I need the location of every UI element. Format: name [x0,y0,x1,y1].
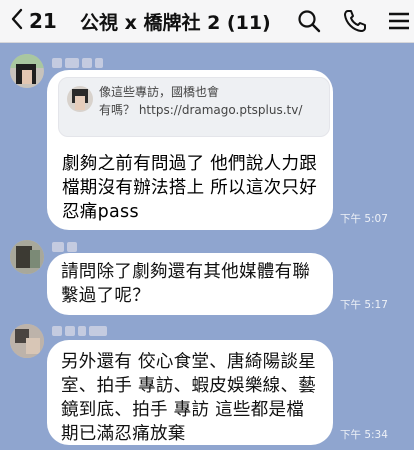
menu-icon[interactable] [386,8,412,34]
message-bubble[interactable]: 另外還有 佼心食堂、唐綺陽談星 室、拍手 專訪、蝦皮娛樂線、藝 鏡到底、拍手 專… [47,340,333,445]
back-button[interactable]: 21 [10,8,57,34]
message-bubble[interactable]: 請問除了劇夠還有其他媒體有聯 繫過了呢？ [47,253,333,315]
sender-name-redacted [52,324,107,338]
avatar[interactable] [10,54,44,88]
quoted-message[interactable]: 像這些專訪，國橋也會 有嗎？ https://dramago.ptsplus.t… [58,77,330,137]
search-icon[interactable] [296,8,322,34]
message-text: 另外還有 佼心食堂、唐綺陽談星 室、拍手 專訪、蝦皮娛樂線、藝 鏡到底、拍手 專… [61,352,317,444]
message-text: 劇夠之前有問過了 他們說人力跟 檔期沒有辦法搭上 所以這次只好 忍痛pass [62,154,318,222]
sender-name-redacted [52,56,103,70]
timestamp: 下午 5:34 [340,429,388,441]
quote-text: 像這些專訪，國橋也會 有嗎？ https://dramago.ptsplus.t… [99,85,303,117]
avatar[interactable] [10,324,44,358]
chat-title[interactable]: 公視 x 橋牌社 2 (11) [80,8,271,35]
unread-count: 21 [29,9,57,33]
chevron-left-icon [10,8,24,34]
message-text: 請問除了劇夠還有其他媒體有聯 繫過了呢？ [61,262,311,306]
avatar[interactable] [10,240,44,274]
sender-name-redacted [52,240,77,254]
chat-header: 21 公視 x 橋牌社 2 (11) [0,0,414,43]
timestamp: 下午 5:07 [340,213,388,225]
timestamp: 下午 5:17 [340,299,388,311]
phone-icon[interactable] [342,8,368,34]
quote-avatar [67,86,93,112]
